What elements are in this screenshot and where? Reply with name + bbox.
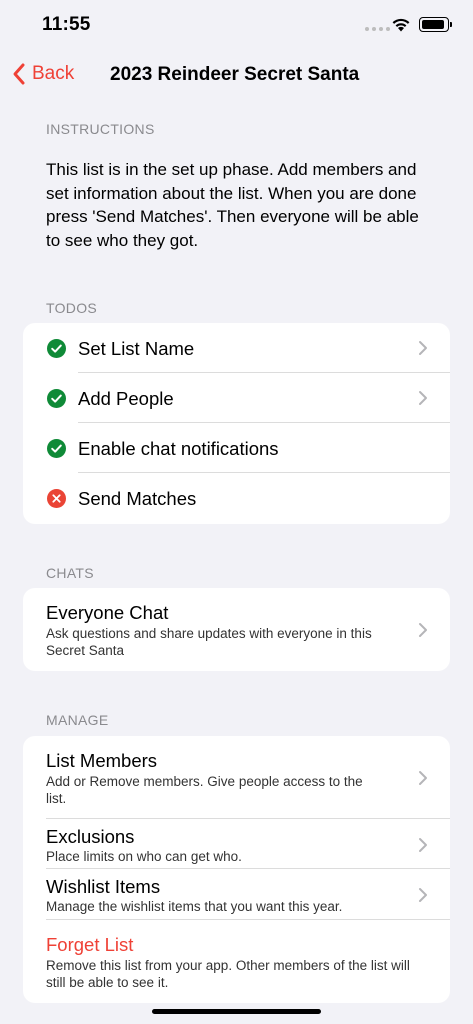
chevron-right-icon bbox=[419, 391, 427, 405]
todo-row-add-people[interactable]: Add People bbox=[23, 373, 450, 423]
chevron-right-icon bbox=[419, 771, 427, 785]
todo-row-send-matches[interactable]: Send Matches bbox=[23, 473, 450, 523]
status-time: 11:55 bbox=[42, 14, 91, 35]
exclusions-subtitle: Place limits on who can get who. bbox=[46, 849, 242, 864]
todo-label: Set List Name bbox=[78, 338, 195, 359]
exclusions-title: Exclusions bbox=[46, 826, 135, 847]
manage-card: List Members Add or Remove members. Give… bbox=[23, 736, 450, 1003]
wishlist-items-title: Wishlist Items bbox=[46, 876, 161, 897]
chats-header: CHATS bbox=[46, 565, 94, 581]
battery-icon bbox=[419, 17, 452, 32]
wishlist-items-row[interactable]: Wishlist Items Manage the wishlist items… bbox=[23, 869, 450, 920]
status-bar: 11:55 bbox=[0, 0, 473, 52]
todo-label: Add People bbox=[78, 388, 174, 409]
chats-card: Everyone Chat Ask questions and share up… bbox=[23, 588, 450, 671]
todo-row-enable-chat-notifications[interactable]: Enable chat notifications bbox=[23, 423, 450, 473]
forget-list-subtitle: Remove this list from your app. Other me… bbox=[46, 958, 410, 990]
list-members-title: List Members bbox=[46, 750, 158, 771]
chevron-right-icon bbox=[419, 341, 427, 355]
chevron-right-icon bbox=[419, 838, 427, 852]
chevron-right-icon bbox=[419, 888, 427, 902]
todo-label: Enable chat notifications bbox=[78, 438, 279, 459]
manage-header: MANAGE bbox=[46, 712, 109, 728]
todos-header: TODOS bbox=[46, 300, 98, 316]
todo-label: Send Matches bbox=[78, 488, 197, 509]
list-members-row[interactable]: List Members Add or Remove members. Give… bbox=[23, 736, 450, 819]
instructions-text: This list is in the set up phase. Add me… bbox=[46, 160, 419, 250]
forget-list-title: Forget List bbox=[46, 934, 134, 955]
exclusions-row[interactable]: Exclusions Place limits on who can get w… bbox=[23, 819, 450, 869]
todos-card: Set List Name Add People Enable chat not… bbox=[23, 323, 450, 524]
back-button-label: Back bbox=[32, 63, 75, 84]
x-circle-icon bbox=[47, 489, 66, 508]
checkmark-circle-icon bbox=[47, 439, 66, 458]
home-indicator[interactable] bbox=[152, 1009, 321, 1014]
everyone-chat-title: Everyone Chat bbox=[46, 602, 169, 623]
page-title: 2023 Reindeer Secret Santa bbox=[110, 64, 360, 85]
wifi-icon bbox=[392, 18, 410, 32]
cellular-signal-icon bbox=[365, 27, 390, 31]
instructions-header: INSTRUCTIONS bbox=[46, 121, 155, 137]
back-button[interactable]: Back bbox=[12, 62, 74, 86]
wishlist-items-subtitle: Manage the wishlist items that you want … bbox=[46, 899, 343, 914]
forget-list-row[interactable]: Forget List Remove this list from your a… bbox=[23, 920, 450, 1003]
checkmark-circle-icon bbox=[47, 389, 66, 408]
list-members-subtitle: Add or Remove members. Give people acces… bbox=[46, 774, 363, 806]
everyone-chat-subtitle: Ask questions and share updates with eve… bbox=[46, 626, 372, 658]
screen: 11:55 Back 2023 Reindeer Secret Santa IN… bbox=[0, 0, 473, 1024]
chevron-left-icon bbox=[13, 63, 25, 85]
everyone-chat-row[interactable]: Everyone Chat Ask questions and share up… bbox=[23, 588, 450, 670]
navigation-bar: Back 2023 Reindeer Secret Santa bbox=[0, 52, 473, 100]
todo-row-set-list-name[interactable]: Set List Name bbox=[23, 323, 450, 373]
chevron-right-icon bbox=[419, 623, 427, 637]
checkmark-circle-icon bbox=[47, 339, 66, 358]
